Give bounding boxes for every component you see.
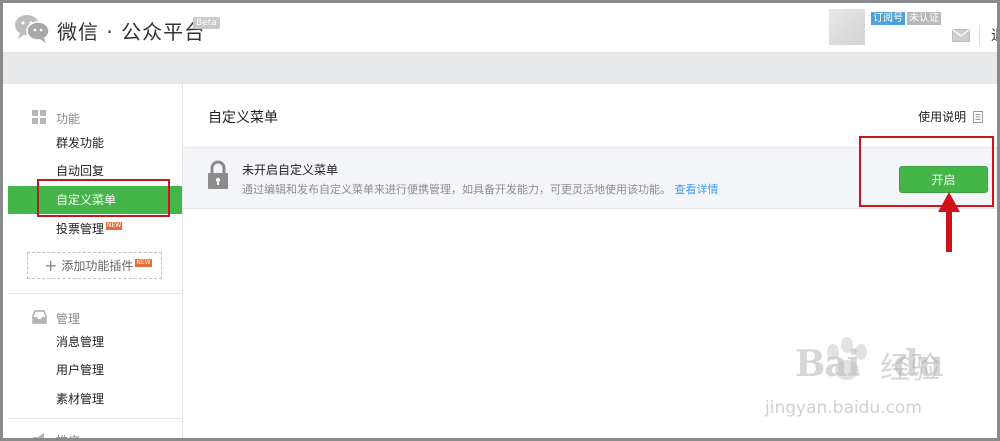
sidebar-item-auto-reply[interactable]: 自动回复 (8, 157, 182, 185)
enable-button[interactable]: 开启 (899, 166, 988, 193)
top-bar: 微信 · 公众平台 Beta 订阅号 未认证 退 (3, 3, 1000, 53)
sidebar-item-label: 素材管理 (56, 392, 105, 406)
grid-icon (32, 110, 46, 124)
view-details-link[interactable]: 查看详情 (675, 183, 719, 196)
new-badge: NEW (135, 259, 152, 267)
account-type-badge: 订阅号 (871, 12, 905, 25)
mail-icon[interactable] (952, 29, 970, 42)
header-divider (979, 25, 980, 45)
notice-title: 未开启自定义菜单 (242, 163, 339, 177)
sidebar-item-mass-send[interactable]: 群发功能 (8, 129, 182, 157)
add-plugin-label: 添加功能插件 (61, 259, 134, 273)
sidebar-section-promote: 推广 (8, 426, 183, 441)
logout-link[interactable]: 退 (991, 25, 1000, 45)
sidebar-item-label: 自动回复 (56, 164, 105, 178)
sidebar-section-function: 功能 (8, 104, 183, 132)
sidebar-item-label: 群发功能 (56, 136, 105, 150)
wechat-logo-icon (15, 15, 50, 43)
menu-status-notice: 未开启自定义菜单 通过编辑和发布自定义菜单来进行便携管理，如具备开发能力，可更灵… (183, 147, 997, 209)
new-badge: NEW (106, 222, 123, 230)
verify-status-badge[interactable]: 未认证 (907, 12, 941, 25)
sidebar: 功能 群发功能 自动回复 自定义菜单 投票管理 NEW + 添加功能插件 NEW 管理… (8, 84, 183, 441)
sidebar-item-user-manage[interactable]: 用户管理 (8, 356, 182, 384)
sidebar-divider (8, 293, 182, 294)
sidebar-section-title: 功能 (56, 112, 81, 126)
sidebar-divider (8, 418, 182, 419)
sidebar-item-material-manage[interactable]: 素材管理 (8, 385, 182, 413)
add-plugin-button[interactable]: + 添加功能插件 NEW (27, 252, 162, 279)
platform-brand-title: 微信 · 公众平台 (57, 20, 206, 44)
sidebar-item-label: 投票管理 (56, 222, 105, 236)
sidebar-section-title: 管理 (56, 312, 81, 326)
annotation-arrow-icon (938, 192, 960, 252)
sidebar-section-title: 推广 (56, 434, 81, 441)
plus-icon: + (44, 256, 58, 275)
notice-description: 通过编辑和发布自定义菜单来进行便携管理，如具备开发能力，可更灵活地使用该功能。 … (242, 181, 719, 197)
sidebar-item-custom-menu[interactable]: 自定义菜单 (8, 186, 182, 214)
avatar[interactable] (829, 9, 865, 45)
megaphone-icon (33, 433, 44, 441)
page-title: 自定义菜单 (208, 110, 278, 126)
sidebar-item-label: 消息管理 (56, 335, 105, 349)
beta-badge: Beta (193, 17, 220, 29)
sidebar-item-vote-manage[interactable]: 投票管理 NEW (8, 215, 182, 243)
grey-strip (3, 53, 997, 84)
document-icon (973, 111, 983, 123)
inbox-icon (32, 310, 47, 324)
help-link-label: 使用说明 (918, 110, 967, 124)
notice-text: 通过编辑和发布自定义菜单来进行便携管理，如具备开发能力，可更灵活地使用该功能。 (242, 183, 671, 196)
lock-icon (208, 160, 228, 189)
sidebar-item-label: 用户管理 (56, 363, 105, 377)
sidebar-item-message-manage[interactable]: 消息管理 (8, 328, 182, 356)
sidebar-item-label: 自定义菜单 (56, 193, 117, 207)
help-link[interactable]: 使用说明 (918, 108, 983, 125)
baidu-paw-watermark-icon (827, 337, 867, 380)
